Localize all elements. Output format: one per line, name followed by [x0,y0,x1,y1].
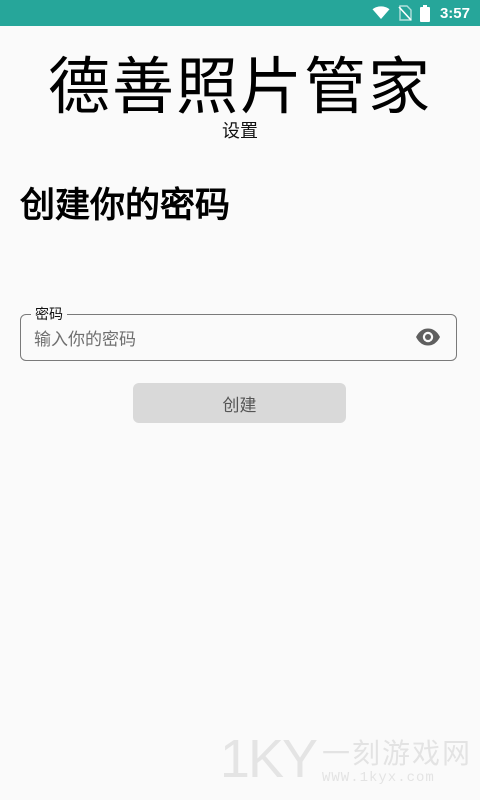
watermark-name: 一刻游戏网 [321,737,472,770]
app-title: 德善照片管家 [47,50,432,123]
page-heading: 创建你的密码 [20,186,231,226]
password-visibility-toggle[interactable] [412,326,444,352]
battery-icon [419,4,430,22]
status-time: 3:57 [439,4,470,22]
watermark-logo: 1KY [219,729,318,789]
no-sim-icon [398,5,412,21]
watermark-url: WWW.1kyx.com [321,770,435,786]
status-bar: 3:57 [0,0,480,26]
password-field-label: 密码 [31,306,67,324]
wifi-icon [372,6,390,20]
eye-icon [415,328,441,350]
status-icons: 3:57 [372,0,470,26]
password-input[interactable] [34,327,394,353]
watermark: 1KY 一刻游戏网 WWW.1kyx.com [220,732,472,786]
create-button[interactable]: 创建 [133,383,346,423]
app-subtitle: 设置 [222,121,258,142]
